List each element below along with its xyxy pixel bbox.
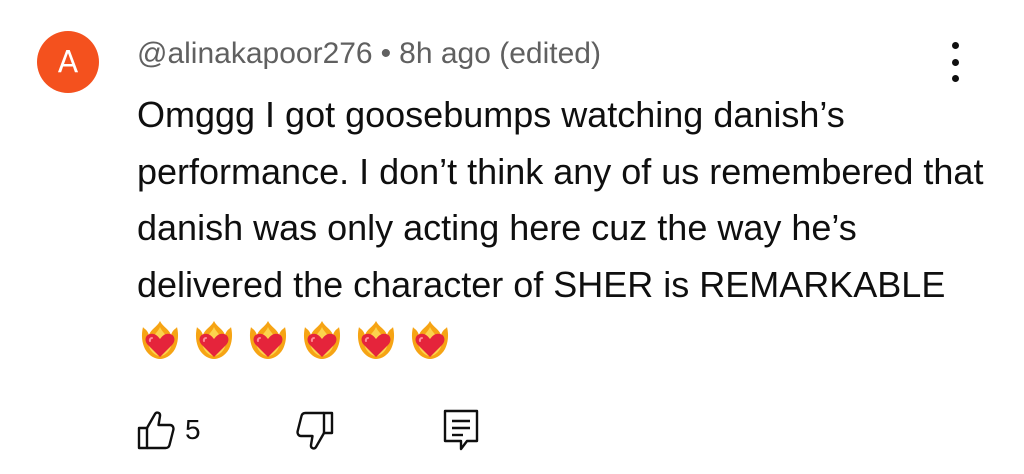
reply-button[interactable] xyxy=(443,409,479,451)
heart-on-fire-emoji xyxy=(409,319,451,361)
menu-dot xyxy=(951,58,959,66)
comment-actions: 5 xyxy=(137,405,479,455)
avatar-letter: A xyxy=(57,44,79,80)
comment-text: Omggg I got goosebumps watching danish’s… xyxy=(137,94,984,305)
heart-on-fire-emoji xyxy=(355,319,397,361)
username[interactable]: @alinakapoor276 xyxy=(137,37,373,70)
timestamp[interactable]: 8h ago xyxy=(399,37,491,70)
edited-label: (edited) xyxy=(499,37,601,70)
comment-body: Omggg I got goosebumps watching danish’s… xyxy=(137,87,997,370)
avatar[interactable]: A xyxy=(37,31,99,93)
like-button[interactable]: 5 xyxy=(137,410,201,450)
menu-dot xyxy=(951,75,959,82)
heart-on-fire-emoji xyxy=(193,319,235,361)
comment-header: @alinakapoor276 • 8h ago (edited) xyxy=(137,33,601,75)
emoji-group xyxy=(139,319,451,361)
more-vert-icon[interactable] xyxy=(940,42,970,82)
reply-comment-icon xyxy=(443,409,479,451)
like-count: 5 xyxy=(185,414,201,445)
dislike-button[interactable] xyxy=(296,411,334,451)
thumbs-down-icon xyxy=(296,411,334,450)
heart-on-fire-emoji xyxy=(247,319,289,361)
heart-on-fire-emoji xyxy=(139,319,181,361)
comment: A @alinakapoor276 • 8h ago (edited) Omggg … xyxy=(0,0,1024,474)
heart-on-fire-emoji xyxy=(301,319,343,361)
thumbs-up-icon xyxy=(137,411,175,450)
menu-dot xyxy=(951,42,959,49)
separator-dot: • xyxy=(380,37,392,70)
